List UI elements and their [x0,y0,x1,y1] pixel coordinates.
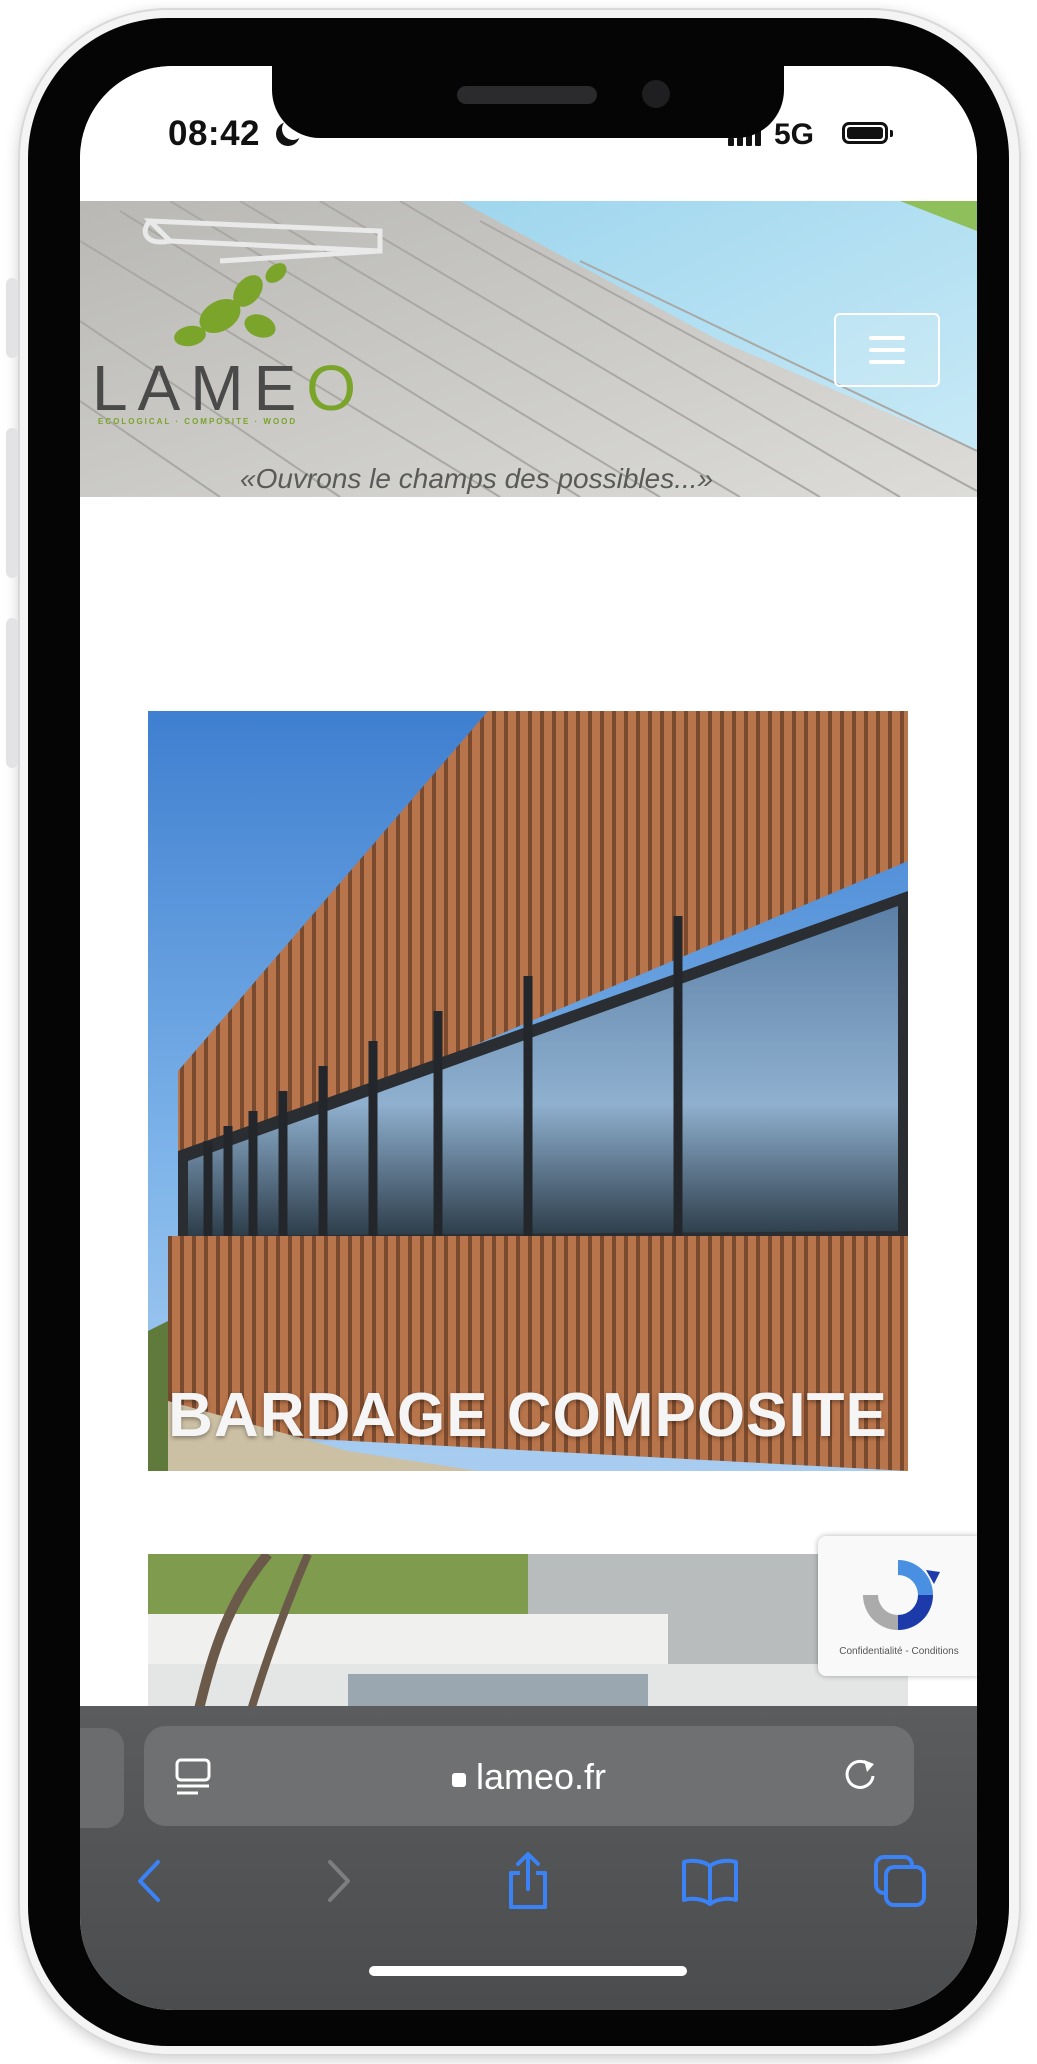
cladding-building-photo [148,711,908,1471]
front-camera [642,80,670,108]
logo-subtitle: ECOLOGICAL · COMPOSITE · WOOD [98,417,298,426]
home-indicator[interactable] [369,1966,687,1976]
site-slogan: «Ouvrons le champs des possibles...» [240,463,714,494]
bookmarks-button[interactable] [680,1846,740,1916]
menu-line-icon [869,360,905,364]
phone-screen: 08:42 5G LAMEO ECOLOGICAL · COMPOSITE · … [80,66,977,2010]
site-logo[interactable]: LAMEO [92,351,366,425]
share-button[interactable] [498,1846,558,1916]
safari-bottom-bar: lameo.fr [80,1706,977,2010]
menu-line-icon [869,336,905,340]
menu-line-icon [869,348,905,352]
back-button[interactable] [120,1846,180,1916]
reload-icon[interactable] [840,1754,880,1794]
safari-toolbar [80,1846,977,1936]
volume-up-button [6,428,18,578]
card-title: BARDAGE COMPOSITE [168,1381,888,1450]
forward-icon [328,1860,350,1902]
tabs-button[interactable] [870,1846,930,1916]
forward-button[interactable] [308,1846,368,1916]
category-card-bardage[interactable]: BARDAGE COMPOSITE [148,711,908,1471]
lock-icon [451,1773,466,1787]
previous-tab-peek[interactable] [80,1728,124,1828]
speaker [457,86,597,104]
battery-icon [842,122,893,144]
address-bar[interactable]: lameo.fr [144,1726,914,1826]
back-icon [138,1860,160,1902]
tabs-icon [874,1855,926,1907]
share-icon [509,1852,547,1909]
volume-down-button [6,618,18,768]
recaptcha-terms[interactable]: Confidentialité - Conditions [824,1646,974,1657]
site-header: LAMEO ECOLOGICAL · COMPOSITE · WOOD «Ouv… [80,201,977,497]
url-text: lameo.fr [144,1756,914,1798]
bookmarks-icon [682,1858,738,1906]
status-time: 08:42 [168,114,261,153]
notch [272,66,784,138]
recaptcha-icon [863,1560,940,1630]
network-type: 5G [774,118,815,151]
mute-switch [6,278,18,358]
hamburger-menu-button[interactable] [834,313,940,387]
recaptcha-badge[interactable]: Confidentialité - Conditions [818,1536,977,1676]
